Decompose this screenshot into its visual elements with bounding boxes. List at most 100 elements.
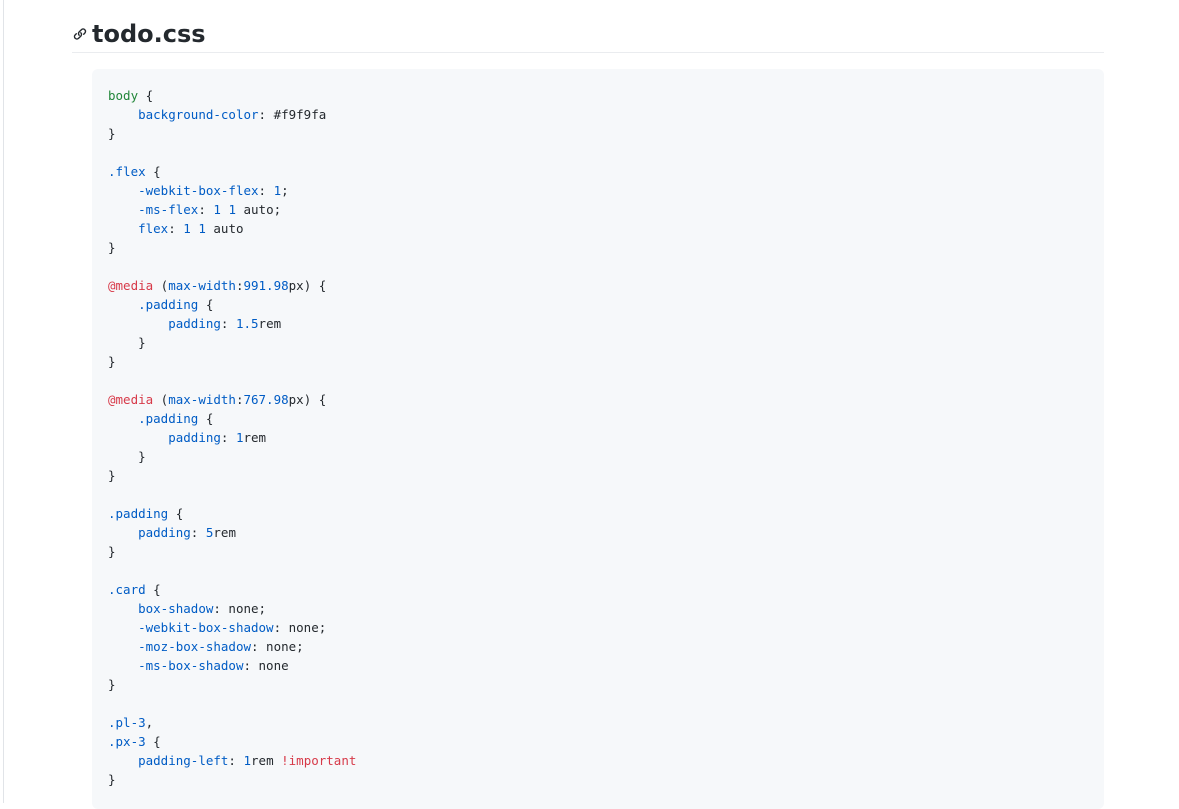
code-token: 1 <box>243 753 252 768</box>
code-token: .padding <box>138 297 199 312</box>
code-token: .px-3 <box>108 734 146 749</box>
code-token: } <box>108 772 116 787</box>
code-line: .px-3 { <box>108 732 356 751</box>
code-token: , <box>145 715 154 730</box>
code-token: rem <box>258 316 282 331</box>
code-line: padding: 5rem <box>108 523 356 542</box>
code-token: padding <box>168 316 221 331</box>
code-token: -ms-flex <box>138 202 199 217</box>
code-line: -webkit-box-shadow: none; <box>108 618 356 637</box>
code-token: background-color <box>138 107 259 122</box>
code-token: max-width <box>168 278 236 293</box>
code-line: .padding { <box>108 504 356 523</box>
code-token: } <box>108 126 116 141</box>
code-token: } <box>108 677 116 692</box>
code-token: px) { <box>288 392 327 407</box>
code-line: padding: 1rem <box>108 428 356 447</box>
code-line: @media (max-width:767.98px) { <box>108 390 356 409</box>
code-token: rem <box>243 430 267 445</box>
code-line: padding: 1.5rem <box>108 314 356 333</box>
code-token: rem <box>213 525 236 540</box>
code-token: .flex <box>108 164 146 179</box>
code-token: @media <box>108 278 154 293</box>
code-token: 1 <box>213 202 221 217</box>
code-token: : none; <box>213 601 267 616</box>
code-line: .padding { <box>108 409 356 428</box>
code-token: : <box>258 183 274 198</box>
code-token: 1 <box>235 430 244 445</box>
code-token: : #f9f9fa <box>258 107 327 122</box>
code-token: : <box>190 525 206 540</box>
code-token: .padding <box>138 411 199 426</box>
code-line: -moz-box-shadow: none; <box>108 637 356 656</box>
file-title: todo.css <box>92 20 206 48</box>
code-token: : <box>168 221 184 236</box>
code-block: body { background-color: #f9f9fa} .flex {… <box>92 69 1104 809</box>
code-line: } <box>108 352 356 371</box>
code-line: } <box>108 447 356 466</box>
code-content: body { background-color: #f9f9fa} .flex {… <box>108 86 356 789</box>
code-token: auto; <box>235 202 282 217</box>
code-line: padding-left: 1rem !important <box>108 751 356 770</box>
code-line: } <box>108 124 356 143</box>
code-token: : none <box>243 658 289 673</box>
code-token: max-width <box>168 392 236 407</box>
code-token: : <box>228 753 244 768</box>
code-token: .card <box>108 582 146 597</box>
code-token: } <box>108 335 146 350</box>
link-icon[interactable] <box>72 26 88 42</box>
code-token: -moz-box-shadow <box>138 639 251 654</box>
code-token: : <box>220 316 236 331</box>
code-line: } <box>108 675 356 694</box>
code-token: { <box>198 297 214 312</box>
code-line: background-color: #f9f9fa <box>108 105 356 124</box>
code-token: flex <box>138 221 169 236</box>
code-token: 1 <box>198 221 206 236</box>
code-token: { <box>145 582 161 597</box>
page-left-border <box>3 0 4 803</box>
code-token: ; <box>281 183 289 198</box>
code-token: { <box>198 411 214 426</box>
code-line: @media (max-width:991.98px) { <box>108 276 356 295</box>
code-line: .pl-3, <box>108 713 356 732</box>
code-token: rem <box>251 753 282 768</box>
code-token: 767.98 <box>243 392 289 407</box>
code-line: -ms-box-shadow: none <box>108 656 356 675</box>
code-token: : none; <box>251 639 304 654</box>
code-line: .padding { <box>108 295 356 314</box>
code-token: } <box>108 449 146 464</box>
code-line: } <box>108 542 356 561</box>
code-line: .flex { <box>108 162 356 181</box>
code-token: 991.98 <box>243 278 289 293</box>
code-token: padding <box>168 430 221 445</box>
file-heading: todo.css <box>72 16 1104 53</box>
code-token: -ms-box-shadow <box>138 658 244 673</box>
code-token: ( <box>153 392 169 407</box>
code-token: .pl-3 <box>108 715 146 730</box>
code-token: 1 <box>273 183 282 198</box>
code-line: } <box>108 238 356 257</box>
code-token: padding-left <box>138 753 229 768</box>
code-token: body <box>108 88 139 103</box>
code-line: .card { <box>108 580 356 599</box>
code-token: -webkit-box-shadow <box>138 620 274 635</box>
code-token: auto <box>205 221 244 236</box>
code-line: } <box>108 333 356 352</box>
code-line: flex: 1 1 auto <box>108 219 356 238</box>
code-token: 1 <box>228 202 236 217</box>
